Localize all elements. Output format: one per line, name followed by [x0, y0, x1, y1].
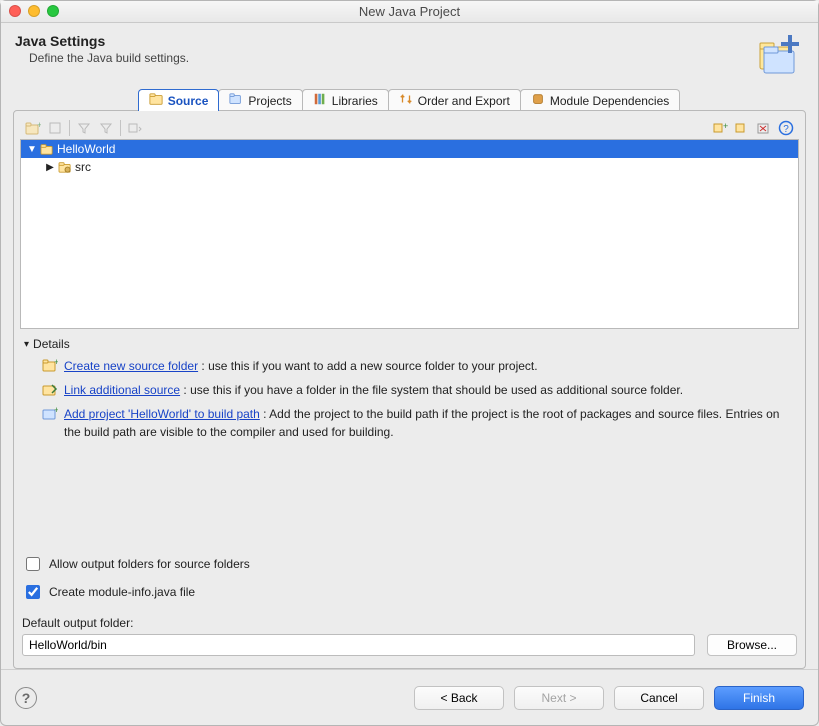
default-output-folder-input[interactable]: [22, 634, 695, 656]
disclosure-triangle-icon[interactable]: ▾: [24, 339, 29, 350]
titlebar: New Java Project: [1, 1, 818, 23]
source-folder-icon: [58, 161, 72, 173]
details-header: Details: [33, 337, 70, 351]
projects-icon: [229, 92, 243, 109]
window-zoom-button[interactable]: [47, 5, 59, 17]
detail-link-additional-source: Link additional source : use this if you…: [42, 381, 795, 401]
source-folder-tree[interactable]: ▼ HelloWorld ▶ src: [20, 139, 799, 329]
tab-source[interactable]: Source: [138, 89, 220, 111]
order-export-icon: [399, 92, 413, 109]
checkbox-label: Create module-info.java file: [49, 585, 195, 599]
svg-text:?: ?: [783, 124, 789, 135]
add-to-buildpath-icon: +: [42, 406, 58, 425]
tab-module-dependencies[interactable]: Module Dependencies: [520, 89, 680, 111]
tab-label: Order and Export: [418, 94, 510, 108]
tab-projects[interactable]: Projects: [218, 89, 302, 111]
details-section: ▾ Details + Create new source folder : u…: [20, 337, 799, 445]
tree-node-label: HelloWorld: [57, 142, 115, 156]
filter2-icon[interactable]: [95, 118, 117, 138]
link-source-icon: [42, 382, 58, 401]
svg-text:+: +: [54, 358, 58, 367]
finish-button[interactable]: Finish: [714, 686, 804, 710]
edit-icon[interactable]: [44, 118, 66, 138]
tab-order-export[interactable]: Order and Export: [388, 89, 521, 111]
window-title: New Java Project: [1, 4, 818, 19]
build-path-tabs: Source Projects Libraries Order and Expo…: [13, 89, 806, 111]
tree-node-label: src: [75, 160, 91, 174]
source-folder-icon: [149, 92, 163, 109]
detail-text: : use this if you have a folder in the f…: [183, 383, 683, 397]
browse-button[interactable]: Browse...: [707, 634, 797, 656]
allow-output-folders-checkbox[interactable]: Allow output folders for source folders: [22, 554, 797, 574]
libraries-icon: [313, 92, 327, 109]
tree-project-node[interactable]: ▼ HelloWorld: [21, 140, 798, 158]
tree-toolbar: + +: [20, 117, 799, 139]
page-subtitle: Define the Java build settings.: [29, 51, 754, 65]
next-button[interactable]: Next >: [514, 686, 604, 710]
svg-text:+: +: [54, 406, 58, 415]
tab-label: Projects: [248, 94, 291, 108]
java-project-wizard-icon: [754, 33, 804, 77]
help-button[interactable]: ?: [15, 687, 37, 709]
tab-libraries[interactable]: Libraries: [302, 89, 389, 111]
detail-create-source-folder: + Create new source folder : use this if…: [42, 357, 795, 377]
disclosure-triangle-icon[interactable]: ▶: [45, 162, 55, 173]
tab-label: Libraries: [332, 94, 378, 108]
new-source-folder-icon[interactable]: +: [22, 118, 44, 138]
create-module-info-checkbox[interactable]: Create module-info.java file: [22, 582, 797, 602]
checkbox-label: Allow output folders for source folders: [49, 557, 250, 571]
cancel-button[interactable]: Cancel: [614, 686, 704, 710]
tab-label: Source: [168, 94, 209, 108]
wizard-footer: ? < Back Next > Cancel Finish: [1, 669, 818, 725]
back-button[interactable]: < Back: [414, 686, 504, 710]
link-link-additional-source[interactable]: Link additional source: [64, 383, 180, 397]
window-minimize-button[interactable]: [28, 5, 40, 17]
remove-icon[interactable]: [753, 118, 775, 138]
wizard-header: Java Settings Define the Java build sett…: [1, 23, 818, 85]
collapse-all-icon[interactable]: [731, 118, 753, 138]
page-title: Java Settings: [15, 33, 754, 49]
help-icon[interactable]: ?: [775, 118, 797, 138]
disclosure-triangle-icon[interactable]: ▼: [27, 144, 37, 155]
view-menu-icon[interactable]: [124, 118, 146, 138]
source-tab-panel: + +: [13, 110, 806, 669]
detail-text: : use this if you want to add a new sour…: [201, 359, 537, 373]
project-folder-icon: [40, 143, 54, 155]
create-module-info-input[interactable]: [26, 585, 40, 599]
tree-src-node[interactable]: ▶ src: [21, 158, 798, 176]
svg-text:+: +: [37, 121, 41, 130]
tab-label: Module Dependencies: [550, 94, 669, 108]
allow-output-folders-input[interactable]: [26, 557, 40, 571]
new-source-folder-icon: +: [42, 358, 58, 377]
window-close-button[interactable]: [9, 5, 21, 17]
detail-add-project-buildpath: + Add project 'HelloWorld' to build path…: [42, 405, 795, 441]
expand-all-icon[interactable]: +: [709, 118, 731, 138]
module-icon: [531, 92, 545, 109]
link-create-source-folder[interactable]: Create new source folder: [64, 359, 198, 373]
default-output-label: Default output folder:: [22, 616, 797, 630]
svg-text:+: +: [723, 121, 728, 131]
filter-icon[interactable]: [73, 118, 95, 138]
link-add-project-buildpath[interactable]: Add project 'HelloWorld' to build path: [64, 407, 260, 421]
